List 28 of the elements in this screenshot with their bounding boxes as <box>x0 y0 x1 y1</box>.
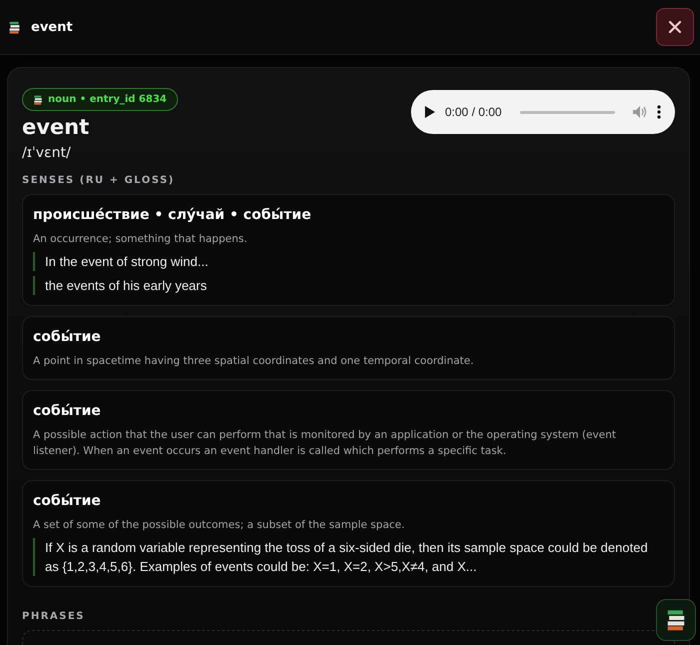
sense-headword: собы́тие <box>33 493 102 509</box>
books-button[interactable] <box>656 599 696 641</box>
books-icon <box>33 94 43 104</box>
sense-headword: происше́ствие • слу́чай • собы́тие <box>33 207 312 223</box>
audio-time: 0:00 / 0:00 <box>445 105 502 119</box>
entry-badge: noun • entry_id 6834 <box>22 88 178 111</box>
sense-gloss: A possible action that the user can perform that is monitored by an application or the operating system (event listener). When an event occurs an event handler is called which performs a specific task. <box>33 428 617 459</box>
dialog-title: event <box>31 20 74 34</box>
books-icon <box>665 609 687 631</box>
sense-headword: собы́тие <box>33 329 102 345</box>
close-button[interactable] <box>656 8 694 46</box>
play-icon[interactable] <box>425 106 435 118</box>
audio-player[interactable]: 0:00 / 0:00 <box>411 90 675 134</box>
sense-headword: собы́тие <box>33 403 102 419</box>
sense-gloss: A point in spacetime having three spatial coordinates and one temporal coordinate. <box>33 354 475 369</box>
entry-word: event <box>22 115 90 139</box>
close-icon <box>667 19 683 35</box>
example-sentence: If X is a random variable representing the toss of a six-sided die, then its sample space could be denoted as {1,2,3,4,5,6}. Examples of events could be: X=1, X=2, X>5,X≠4, and X... <box>33 538 664 576</box>
section-heading: PHRASES <box>22 611 86 622</box>
example-sentence: the events of his early years <box>33 276 664 295</box>
volume-icon[interactable] <box>633 106 647 118</box>
section-heading: SENSES (RU + GLOSS) <box>22 175 176 186</box>
sense-gloss: An occurrence; something that happens. <box>33 232 248 247</box>
sense-gloss: A set of some of the possible outcomes; a subset of the sample space. <box>33 518 406 533</box>
more-icon[interactable] <box>657 105 661 119</box>
pronunciation: /ɪˈvɛnt/ <box>22 145 72 161</box>
books-icon <box>8 20 21 34</box>
example-sentence: In the event of strong wind... <box>33 252 664 271</box>
